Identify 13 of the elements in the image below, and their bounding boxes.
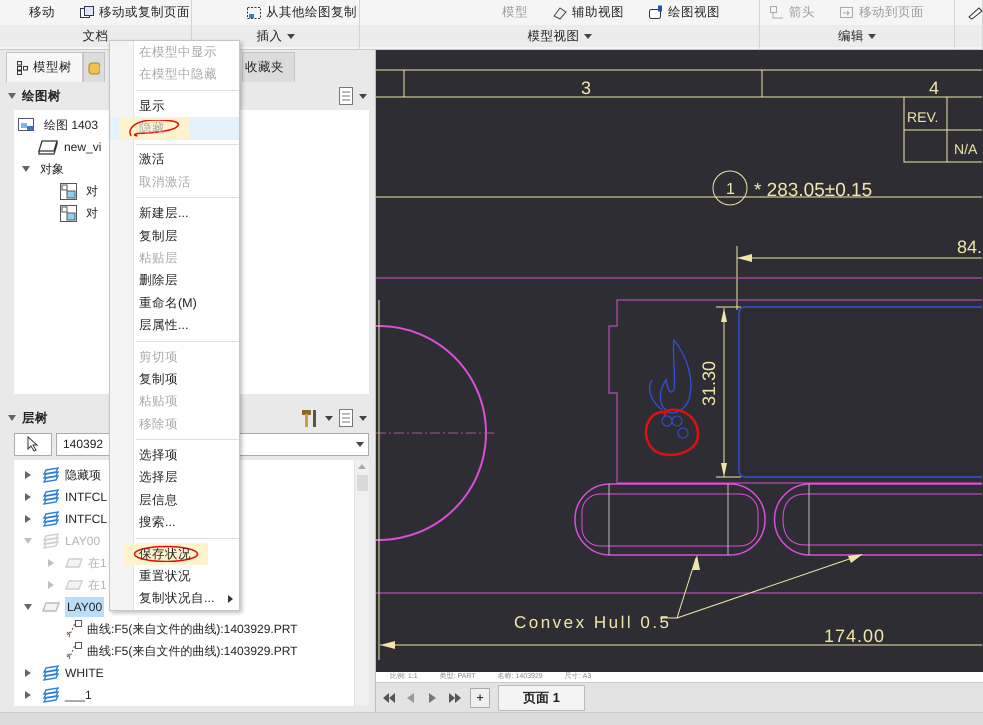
section-title: 绘图树	[22, 88, 61, 105]
dimension-value: 84.	[957, 237, 982, 257]
dimension-value: 31.30	[699, 360, 719, 406]
zone-label: 3	[581, 78, 592, 98]
revision-label: REV.	[907, 109, 938, 125]
dimension-note: * 283.05±0.15	[754, 180, 872, 201]
leader-note: Convex Hull 0.5	[514, 613, 672, 632]
balloon-number: 1	[726, 181, 735, 198]
revision-value: N/A	[954, 141, 978, 157]
dimension-value: 174.00	[824, 626, 886, 646]
group-label: 文档	[82, 28, 108, 45]
section-title: 层树	[22, 410, 48, 427]
zone-label: 4	[929, 78, 940, 98]
